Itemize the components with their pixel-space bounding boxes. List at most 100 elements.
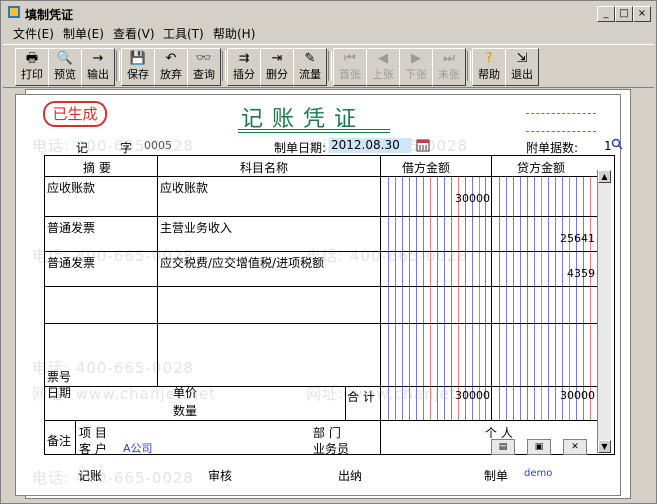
header-debit: 借方金额 (402, 161, 451, 175)
prev-voucher-button[interactable]: ◀ 上张 (366, 48, 400, 86)
bookkeeper-label: 记账 (78, 469, 103, 483)
dashed-line (526, 131, 596, 132)
row1-debit[interactable]: 30000 (430, 192, 490, 205)
voucher-number[interactable]: 0005 (144, 139, 172, 152)
generated-stamp: 已生成 (43, 101, 107, 127)
last-voucher-button[interactable]: ⏭ 末张 (432, 48, 466, 86)
exit-button[interactable]: ⇲ 退出 (505, 48, 539, 86)
cashier-label: 出纳 (338, 469, 363, 483)
card-icon[interactable]: ▣ (527, 439, 551, 455)
toolbar-separator (222, 51, 226, 81)
export-button[interactable]: → 输出 (81, 48, 115, 86)
row-divider (45, 286, 597, 287)
date-field[interactable]: 2012.08.30 (329, 138, 411, 153)
scroll-down-icon[interactable]: ▼ (598, 440, 611, 453)
insert-row-icon: ⇉ (238, 51, 250, 66)
row-divider (45, 216, 597, 217)
exit-icon: ⇲ (516, 51, 528, 66)
note-icon[interactable]: ▤ (491, 439, 515, 455)
title-underline (238, 132, 390, 133)
customer-label: 客 户 (79, 442, 107, 456)
date-label: 制单日期: (274, 141, 327, 155)
row-divider (45, 251, 597, 252)
price-label: 单价 (173, 386, 198, 400)
row2-credit[interactable]: 25641 (539, 232, 595, 245)
last-page-icon: ⏭ (443, 51, 455, 66)
voucher-type[interactable]: 记 (76, 139, 88, 156)
maker-value: demo (524, 468, 553, 479)
help-icon: ? (485, 51, 493, 66)
total-divider (345, 386, 346, 420)
voucher-window: 填制凭证 _ □ × 文件(E) 制单(E) 查看(V) 工具(T) 帮助(H)… (0, 0, 657, 504)
first-voucher-button[interactable]: ⏮ 首张 (333, 48, 367, 86)
minimize-button[interactable]: _ (597, 6, 615, 22)
remark-label: 备注 (47, 434, 72, 448)
calendar-icon[interactable] (416, 138, 430, 152)
row-divider (45, 420, 597, 421)
total-label: 合 计 (347, 390, 375, 404)
next-voucher-button[interactable]: ▶ 下张 (399, 48, 433, 86)
ticket-date-label: 日期 (47, 386, 72, 400)
row1-account[interactable]: 应收账款 (160, 179, 208, 196)
first-page-icon: ⏮ (344, 51, 356, 66)
header-credit: 贷方金额 (517, 161, 566, 175)
row2-account[interactable]: 主营业务收入 (160, 219, 232, 236)
tools-icon[interactable]: ✕ (563, 439, 587, 455)
menu-bar: 文件(E) 制单(E) 查看(V) 工具(T) 帮助(H) (3, 23, 654, 41)
prev-page-icon: ◀ (378, 51, 388, 66)
row2-summary[interactable]: 普通发票 (47, 219, 95, 236)
voucher-paper: 电话: 400-665-0028 电话: 400-665-0028 电话: 40… (15, 94, 623, 496)
insert-row-button[interactable]: ⇉ 插分 (227, 48, 261, 86)
clerk-label: 业务员 (313, 442, 350, 456)
maker-label: 制单 (484, 469, 509, 483)
menu-make[interactable]: 制单(E) (63, 25, 104, 42)
header-account: 科目名称 (240, 161, 289, 175)
save-button[interactable]: 💾 保存 (121, 48, 155, 86)
toolbar: 🖶 打印 🔍 预览 → 输出 💾 保存 ↶ 放弃 👓 查询 ⇉ 插分 ⇥ 删分 ✎ 流量 ⏮ 首张 … (3, 44, 654, 88)
cash-flow-button[interactable]: ✎ 流量 (293, 48, 327, 86)
discard-button[interactable]: ↶ 放弃 (154, 48, 188, 86)
header-summary: 摘 要 (83, 161, 111, 175)
help-button[interactable]: ? 帮助 (472, 48, 506, 86)
ticket-label: 票号 (47, 370, 72, 384)
save-icon: 💾 (129, 51, 147, 66)
entry-grid: 摘 要 科目名称 借方金额 贷方金额 应收账款 应收账款 30000 普通发票 … (44, 155, 615, 456)
title-underline (238, 129, 390, 130)
window-title: 填制凭证 (25, 8, 74, 22)
col-divider (491, 156, 492, 420)
export-icon: → (92, 51, 104, 66)
menu-help[interactable]: 帮助(H) (213, 25, 255, 42)
preview-button[interactable]: 🔍 预览 (48, 48, 82, 86)
flow-icon: ✎ (304, 51, 316, 66)
row1-summary[interactable]: 应收账款 (47, 179, 95, 196)
row3-account[interactable]: 应交税费/应交增值税/进项税额 (160, 254, 324, 271)
col-divider (380, 156, 381, 454)
menu-file[interactable]: 文件(E) (13, 25, 54, 42)
print-button[interactable]: 🖶 打印 (15, 48, 49, 86)
row-divider (45, 323, 597, 324)
query-button[interactable]: 👓 查询 (187, 48, 221, 86)
scroll-up-icon[interactable]: ▲ (598, 170, 611, 183)
col-divider (157, 156, 158, 386)
attachment-search-icon[interactable] (611, 137, 623, 151)
project-label: 项 目 (79, 426, 107, 440)
app-icon (8, 6, 20, 18)
row-divider (45, 176, 597, 177)
menu-tools[interactable]: 工具(T) (163, 25, 204, 42)
remark-divider (75, 420, 76, 454)
attach-label: 附单据数: (526, 141, 579, 155)
delete-row-button[interactable]: ⇥ 删分 (260, 48, 294, 86)
row-divider (45, 386, 597, 387)
customer-value[interactable]: A公司 (123, 440, 153, 456)
row3-credit[interactable]: 4359 (539, 267, 595, 280)
dashed-line (526, 113, 596, 114)
auditor-label: 审核 (208, 469, 233, 483)
binoculars-icon: 👓 (195, 51, 213, 66)
maximize-button[interactable]: □ (615, 6, 633, 22)
grid-scrollbar[interactable]: ▲ ▼ (597, 170, 611, 453)
total-debit: 30000 (455, 389, 490, 402)
close-button[interactable]: × (633, 6, 651, 22)
menu-view[interactable]: 查看(V) (113, 25, 155, 42)
row3-summary[interactable]: 普通发票 (47, 254, 95, 271)
printer-icon: 🖶 (25, 51, 39, 66)
